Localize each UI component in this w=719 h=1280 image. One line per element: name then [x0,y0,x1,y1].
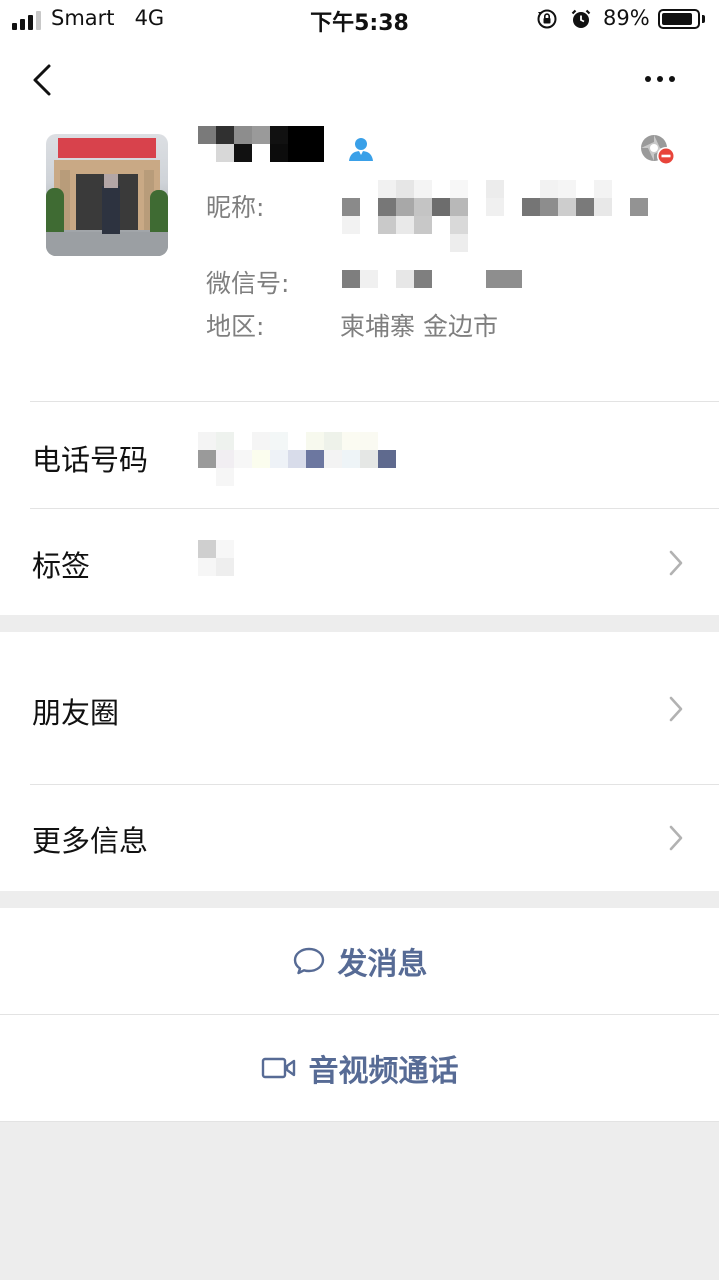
divider [30,401,719,402]
more-info-label[interactable]: 更多信息 [32,818,148,860]
video-call-button[interactable]: 音视频通话 [0,1015,719,1121]
chevron-right-icon[interactable] [667,549,685,577]
tags-label[interactable]: 标签 [32,543,90,585]
divider [30,784,719,785]
avatar[interactable] [46,134,168,256]
tags-value-obscured [198,540,234,576]
section-gap [0,615,719,632]
chat-bubble-icon [293,947,324,975]
wechat-id-value-obscured [342,270,522,288]
rotation-lock-icon [537,9,557,29]
send-message-button[interactable]: 发消息 [0,908,719,1014]
divider [30,508,719,509]
back-icon[interactable] [28,62,56,98]
send-message-label: 发消息 [337,947,428,982]
region-value: 柬埔寨 金边市 [340,312,498,341]
display-name-obscured [198,126,324,162]
region-label: 地区: [206,312,265,341]
phone-label: 电话号码 [32,443,149,477]
phone-value-obscured[interactable] [198,432,414,486]
wechat-id-label: 微信号: [206,269,290,298]
battery-tip [702,15,705,23]
chevron-right-icon[interactable] [667,695,685,723]
section-gap [0,891,719,908]
chevron-right-icon[interactable] [667,824,685,852]
battery-percent: 89% [603,6,650,30]
alarm-icon [571,9,591,28]
video-camera-icon [261,1057,295,1079]
moments-label[interactable]: 朋友圈 [32,690,119,732]
moments-blocked-icon [641,135,675,165]
more-options-icon[interactable] [645,76,675,82]
nickname-label: 昵称: [206,193,265,222]
contact-person-icon [349,138,373,161]
divider [0,1121,719,1122]
battery-icon [658,9,700,29]
video-call-label: 音视频通话 [308,1054,459,1089]
nickname-value-obscured [342,180,666,252]
